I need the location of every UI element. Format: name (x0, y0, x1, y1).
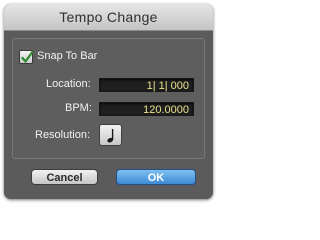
snap-to-bar-checkbox[interactable] (19, 50, 34, 64)
quarter-note-icon (107, 129, 114, 143)
ok-button[interactable]: OK (116, 169, 196, 185)
checkmark-icon (21, 51, 34, 63)
tempo-change-dialog: Tempo Change Snap To Bar Location: 1| 1|… (4, 4, 213, 199)
dialog-body: Snap To Bar Location: 1| 1| 000 BPM: 120… (4, 31, 213, 199)
tempo-settings-panel: Snap To Bar Location: 1| 1| 000 BPM: 120… (12, 38, 205, 159)
location-label: Location: (46, 78, 91, 90)
location-field[interactable]: 1| 1| 000 (99, 78, 194, 92)
bpm-label: BPM: (65, 102, 92, 114)
resolution-button[interactable] (99, 124, 122, 146)
snap-to-bar-label[interactable]: Snap To Bar (37, 50, 97, 62)
resolution-label: Resolution: (35, 129, 91, 141)
dialog-title: Tempo Change (4, 4, 213, 31)
bpm-field[interactable]: 120.0000 (99, 102, 194, 116)
cancel-button[interactable]: Cancel (31, 169, 98, 185)
